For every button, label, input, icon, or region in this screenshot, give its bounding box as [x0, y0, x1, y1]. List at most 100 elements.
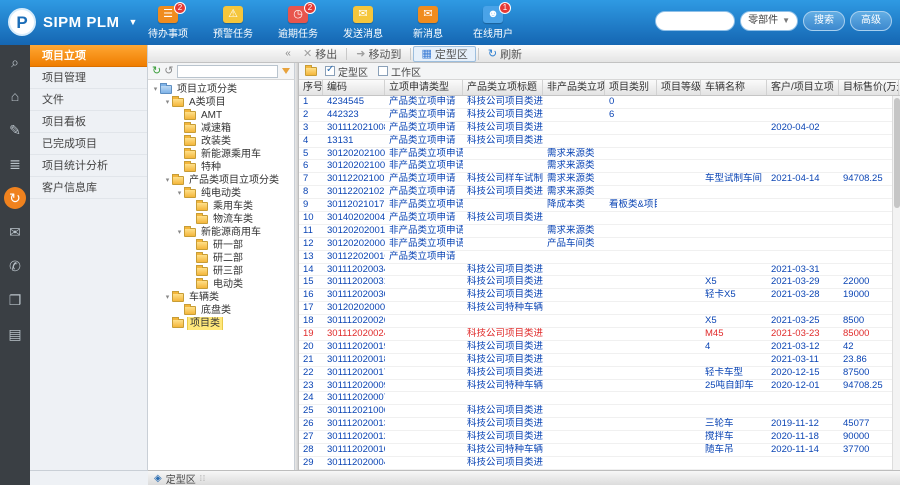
toolbar-button[interactable]: ➜ 移动到 [349, 46, 408, 62]
rail-quick-search-icon[interactable]: ⌕ [0, 45, 30, 79]
toolbar-button[interactable]: ▦ 定型区 [413, 45, 476, 62]
column-header[interactable]: 车辆名称 [701, 80, 767, 95]
column-header[interactable]: 序号 [299, 80, 323, 95]
search-button[interactable]: 搜索 [803, 11, 845, 31]
column-header[interactable]: 编码 [323, 80, 385, 95]
tree-caret-icon[interactable]: ▾ [163, 96, 172, 109]
table-row[interactable]: 1 4234545 产品类立项申请科技公司项目类进度管理 0 [299, 96, 892, 109]
rail-edit-icon[interactable]: ✎ [0, 113, 30, 147]
table-row[interactable]: 2 442323 产品类立项申请科技公司项目类进度管理 6 [299, 109, 892, 122]
table-row[interactable]: 11 301202020012 非产品类立项申请 需求来源类 [299, 225, 892, 238]
sidebar-item[interactable]: 已完成项目 [30, 133, 147, 155]
table-row[interactable]: 24 301112020007 [299, 392, 892, 406]
search-category-select[interactable]: 零部件 ▼ [740, 11, 798, 31]
table-row[interactable]: 5 301202021004 非产品类立项申请 需求来源类 [299, 148, 892, 161]
tree-node[interactable]: AMT [148, 109, 294, 122]
table-row[interactable]: 7 301122021001 产品类立项申请科技公司样车试制项目需求来源类 车型试制车… [299, 173, 892, 187]
table-row[interactable]: 9 30112021017 非产品类立项申请 降成本类 看板类&项目实施类 [299, 199, 892, 213]
table-row[interactable]: 22 301112020017 科技公司项目类进度管理 轻卡车型 2020-12-15 8… [299, 367, 892, 380]
toolbar-button[interactable]: ✕ 移出 [296, 46, 344, 62]
tree-refresh-icon[interactable]: ↻ [152, 64, 161, 78]
topnav-item-todo[interactable]: ☰ 2 待办事项 [142, 2, 194, 40]
tree-node[interactable]: 减速箱 [148, 122, 294, 135]
table-row[interactable]: 28 301112020010 科技公司特种车辆类 随车吊 2020-11-14 3770… [299, 444, 892, 457]
tree-node[interactable]: 底盘类 [148, 304, 294, 317]
tree-node[interactable]: 乘用车类 [148, 200, 294, 213]
tree-node[interactable]: 电动类 [148, 278, 294, 291]
table-row[interactable]: 18 301112020026 X5 2021-03-25 8500 [299, 315, 892, 329]
sidebar-item[interactable]: 项目立项 [30, 45, 147, 67]
rail-library-icon[interactable]: ❐ [0, 283, 30, 317]
table-row[interactable]: 16 301112020030 科技公司项目类进度管理 轻卡X5 2021-03-28 1… [299, 289, 892, 303]
collapse-panel-icon[interactable]: « [280, 48, 296, 59]
rail-database-icon[interactable]: ≣ [0, 147, 30, 181]
rail-sync-icon[interactable]: ↻ [0, 181, 30, 215]
topnav-item-warning[interactable]: ⚠ 预警任务 [207, 3, 259, 40]
sidebar-item[interactable]: 文件 [30, 89, 147, 111]
table-row[interactable]: 4 13131 产品类立项申请科技公司项目类进度管理 [299, 135, 892, 148]
vertical-scrollbar[interactable] [892, 96, 900, 470]
tree-caret-icon[interactable]: ▾ [163, 174, 172, 187]
tree-caret-icon[interactable]: ▾ [163, 291, 172, 304]
app-logo[interactable]: P SIPM PLM ▼ [8, 8, 137, 36]
checkbox-icon[interactable] [378, 66, 388, 76]
table-row[interactable]: 12 301202020009 非产品类立项申请 产品车间类 [299, 238, 892, 251]
tree-caret-icon[interactable]: ▾ [175, 226, 184, 239]
rail-home-icon[interactable]: ⌂ [0, 79, 30, 113]
tree-caret-icon[interactable]: ▾ [151, 83, 160, 96]
table-row[interactable]: 6 301202021003 非产品类立项申请 需求来源类 [299, 160, 892, 174]
tree-node[interactable]: ▾ 产品类项目立项分类 [148, 174, 294, 187]
tree-node[interactable]: 特种 [148, 161, 294, 174]
tree-caret-icon[interactable]: ▾ [175, 187, 184, 200]
filter-funnel-icon[interactable] [282, 68, 290, 74]
column-header[interactable]: 目标售价(万元 [839, 80, 899, 95]
tree-node[interactable]: 研一部 [148, 239, 294, 252]
table-row[interactable]: 8 301122021021 产品类立项申请科技公司项目类进度管理需求来源类 [299, 186, 892, 200]
column-header[interactable]: 客户/项目立项 [767, 80, 839, 95]
tree-node[interactable]: 改装类 [148, 135, 294, 148]
tree-node[interactable]: ▾ 新能源商用车 [148, 226, 294, 239]
table-row[interactable]: 17 301202020001 科技公司特种车辆类 [299, 302, 892, 316]
column-header[interactable]: 项目类别 [605, 80, 657, 95]
table-row[interactable]: 29 301112020004 科技公司项目类进度管理 [299, 457, 892, 470]
rail-card-icon[interactable]: ▤ [0, 317, 30, 351]
area-checkbox[interactable]: 工作区 [378, 64, 421, 79]
topnav-item-online[interactable]: ☻ 1 在线用户 [467, 2, 519, 40]
tree-node[interactable]: ▾ A类项目 [148, 96, 294, 109]
table-row[interactable]: 3 301112021008 产品类立项申请科技公司项目类进度管理 2020-04-0… [299, 122, 892, 135]
logo-caret-icon[interactable]: ▼ [129, 17, 138, 27]
tree-node[interactable]: ▾ 项目立项分类 [148, 83, 294, 96]
tree-node[interactable]: ▾ 车辆类 [148, 291, 294, 304]
table-row[interactable]: 10 301402020044 产品类立项申请科技公司项目类进度管理 [299, 212, 892, 225]
table-row[interactable]: 26 301112020013 科技公司项目类进度管理 三轮车 2019-11-12 45… [299, 418, 892, 432]
sidebar-item[interactable]: 项目看板 [30, 111, 147, 133]
table-row[interactable]: 15 301112020031 科技公司项目类进度管理 X5 2021-03-29 220… [299, 276, 892, 290]
table-row[interactable]: 13 301122020010 产品类立项申请 [299, 251, 892, 264]
tree-collapse-all-icon[interactable]: ↺ [164, 64, 173, 78]
tree-node[interactable]: 物流车类 [148, 213, 294, 226]
table-row[interactable]: 25 301112021006 科技公司项目类进度管理 [299, 405, 892, 419]
column-header[interactable]: 项目等级 [657, 80, 701, 95]
table-row[interactable]: 19 301112020024 科技公司项目类进度管理 M45 2021-03-23 85… [299, 328, 892, 341]
tree-filter-input[interactable] [177, 64, 278, 78]
column-header[interactable]: 立项申请类型 [385, 80, 463, 95]
table-row[interactable]: 20 301112020019 科技公司项目类进度管理 4 2021-03-12 42 [299, 341, 892, 354]
scrollbar-thumb[interactable] [894, 98, 900, 208]
table-row[interactable]: 21 301112020018 科技公司项目类进度管理 2021-03-11 23.86 [299, 354, 892, 367]
sidebar-item[interactable]: 项目管理 [30, 67, 147, 89]
tree-node[interactable]: 研二部 [148, 252, 294, 265]
topnav-item-overdue[interactable]: ◷ 2 逾期任务 [272, 2, 324, 40]
sidebar-item[interactable]: 项目统计分析 [30, 155, 147, 177]
toolbar-button[interactable]: ↻ 刷新 [481, 46, 529, 62]
topnav-item-send-msg[interactable]: ✉ 发送消息 [337, 3, 389, 40]
column-header[interactable]: 产品类立项标题 [463, 80, 543, 95]
checkbox-icon[interactable] [325, 64, 335, 76]
advanced-search-button[interactable]: 高级 [850, 11, 892, 31]
table-row[interactable]: 23 301112020009 科技公司特种车辆类 25吨自卸车 2020-12-01 9… [299, 380, 892, 393]
table-row[interactable]: 14 301112020034 科技公司项目类进度管理 2021-03-31 [299, 264, 892, 277]
tree-node[interactable]: 项目类 [148, 317, 294, 330]
rail-message-icon[interactable]: ✉ [0, 215, 30, 249]
topnav-item-new-msg[interactable]: ✉ 新消息 [402, 3, 454, 40]
area-checkbox[interactable]: 定型区 [325, 64, 368, 79]
rail-support-icon[interactable]: ✆ [0, 249, 30, 283]
